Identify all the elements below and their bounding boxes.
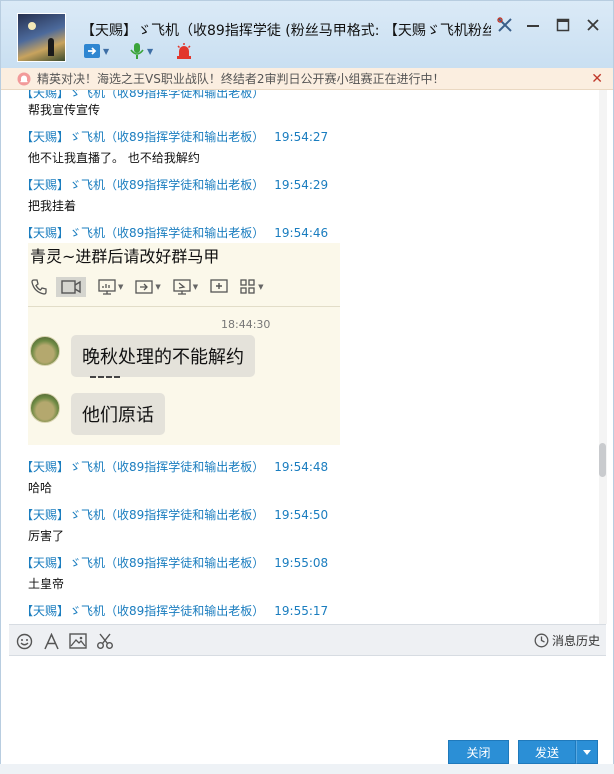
remote-desktop-icon: ▼ [173,279,198,295]
image-button[interactable] [69,632,87,650]
message-sender[interactable]: 【天赐】ゞ飞机（收89指挥学徒和输出老板） [21,460,264,474]
message-history-button[interactable]: 消息历史 [534,632,600,649]
close-window-button[interactable] [583,15,603,35]
close-button[interactable]: 关闭 [448,740,509,764]
message-sender[interactable]: 【天赐】ゞ飞机（收89指挥学徒和输出老板） [21,604,264,618]
message-image[interactable]: 青灵~进群后请改好群马甲 ▼ ▼ ▼ ▼ 18:44:30 晚秋处理的不能解约 … [28,243,340,445]
message-sender[interactable]: 【天赐】ゞ飞机（收89指挥学徒和输出老板） [21,178,264,192]
apps-grid-icon: ▼ [240,279,264,295]
phone-icon [30,278,48,296]
image-bubble: 他们原话 [71,393,165,435]
smiley-icon [16,633,32,649]
message-time: 19:54:27 [274,130,329,144]
picture-icon [69,633,87,649]
screen-share-icon: ▼ [98,279,123,295]
image-avatar [30,336,60,366]
send-options-button[interactable] [576,740,598,764]
minimize-icon [527,25,539,27]
group-avatar[interactable] [17,13,66,62]
clock-icon [534,633,549,648]
close-icon [587,19,599,31]
message-header: 【天赐】ゞ飞机（收89指挥学徒和输出老板） 19:54:50 [21,506,328,523]
scrollbar-thumb[interactable] [599,443,606,477]
image-toolbar: ▼ ▼ ▼ ▼ [28,274,340,300]
message-input[interactable] [9,657,606,735]
message-text: 哈哈 [28,481,53,495]
image-chat-title: 青灵~进群后请改好群马甲 [30,247,220,266]
message-text: 他不让我直播了。 也不给我解约 [28,151,200,165]
chevron-down-icon: ▼ [147,46,154,56]
announcement-text: 精英对决！海选之王VS职业战队！终结者2审判日公开赛小组赛正在进行中！ [37,72,445,86]
bell-icon [17,72,31,85]
message-sender: 【天赐】ゞ飞机（收89指挥学徒和输出老板） [21,90,265,100]
message-header: 【天赐】ゞ飞机（收89指挥学徒和输出老板） 19:55:08 [21,554,328,571]
send-button[interactable]: 发送 [518,740,576,764]
maximize-icon [556,18,570,32]
message-list[interactable]: 【天赐】ゞ飞机（收89指挥学徒和输出老板） 帮我宣传宣传 【天赐】ゞ飞机（收89… [9,90,606,624]
scrollbar-track[interactable] [599,90,607,624]
message-text: 土皇帝 [28,577,65,591]
announcement-bar[interactable]: 精英对决！海选之王VS职业战队！终结者2审判日公开赛小组赛正在进行中！ ✕ [1,68,613,90]
image-timestamp: 18:44:30 [221,318,271,331]
microphone-icon [130,43,144,59]
title-bar: 【天赐】ゞ飞机（收89指挥学徒 (粉丝马甲格式: 【天赐ゞ飞机粉丝 ▼ ▼ [1,1,613,68]
alert-button[interactable] [175,41,193,61]
window-title: 【天赐】ゞ飞机（收89指挥学徒 (粉丝马甲格式: 【天赐ゞ飞机粉丝 [81,23,491,39]
share-screen-button[interactable]: ▼ [83,41,109,61]
message-header: 【天赐】ゞ飞机（收89指挥学徒和输出老板） 19:54:29 [21,176,328,193]
message-time: 19:55:17 [274,604,329,618]
video-icon [56,277,86,297]
message-text: 把我挂着 [28,199,77,213]
message-time: 19:55:08 [274,556,329,570]
emoji-button[interactable] [15,632,33,650]
input-toolbar: 消息历史 [9,624,606,656]
share-icon [84,44,100,58]
message-header: 【天赐】ゞ飞机（收89指挥学徒和输出老板） 19:55:17 [21,602,328,619]
spellcheck-underline [90,376,120,378]
tools-icon [497,17,512,32]
desktop-background-bottom [0,764,614,774]
maximize-button[interactable] [553,15,573,35]
file-transfer-icon: ▼ [135,279,161,295]
message-text: 厉害了 [28,529,65,543]
message-sender[interactable]: 【天赐】ゞ飞机（收89指挥学徒和输出老板） [21,508,264,522]
voice-button[interactable]: ▼ [129,41,153,61]
image-bubble: 晚秋处理的不能解约 [71,335,255,377]
message-time: 19:54:48 [274,460,329,474]
scissors-icon [97,633,113,649]
message-header: 【天赐】ゞ飞机（收89指挥学徒和输出老板） 19:54:27 [21,128,328,145]
avatar-figure [48,38,54,56]
font-button[interactable] [42,632,60,650]
add-member-icon [210,279,228,295]
image-divider [28,306,340,307]
avatar-moon [28,22,36,30]
message-history-label: 消息历史 [551,634,600,648]
close-announcement-button[interactable]: ✕ [591,71,603,87]
chat-window: 【天赐】ゞ飞机（收89指挥学徒 (粉丝马甲格式: 【天赐ゞ飞机粉丝 ▼ ▼ 精英… [0,0,614,766]
chevron-down-icon: ▼ [103,46,110,56]
font-icon [43,632,59,649]
message-header: 【天赐】ゞ飞机（收89指挥学徒和输出老板） 19:54:46 [21,224,328,241]
image-avatar [30,393,60,423]
message-text: 帮我宣传宣传 [28,103,101,117]
message-sender[interactable]: 【天赐】ゞ飞机（收89指挥学徒和输出老板） [21,130,264,144]
siren-icon [177,43,191,59]
message-header: 【天赐】ゞ飞机（收89指挥学徒和输出老板） 19:54:48 [21,458,328,475]
minimize-button[interactable] [523,15,543,35]
message-time: 19:54:50 [274,508,329,522]
chevron-down-icon [583,749,591,755]
message-time: 19:54:46 [274,226,329,240]
screenshot-button[interactable] [96,632,114,650]
message-sender[interactable]: 【天赐】ゞ飞机（收89指挥学徒和输出老板） [21,226,264,240]
message-sender[interactable]: 【天赐】ゞ飞机（收89指挥学徒和输出老板） [21,556,264,570]
settings-button[interactable] [495,15,515,35]
message-time: 19:54:29 [274,178,329,192]
